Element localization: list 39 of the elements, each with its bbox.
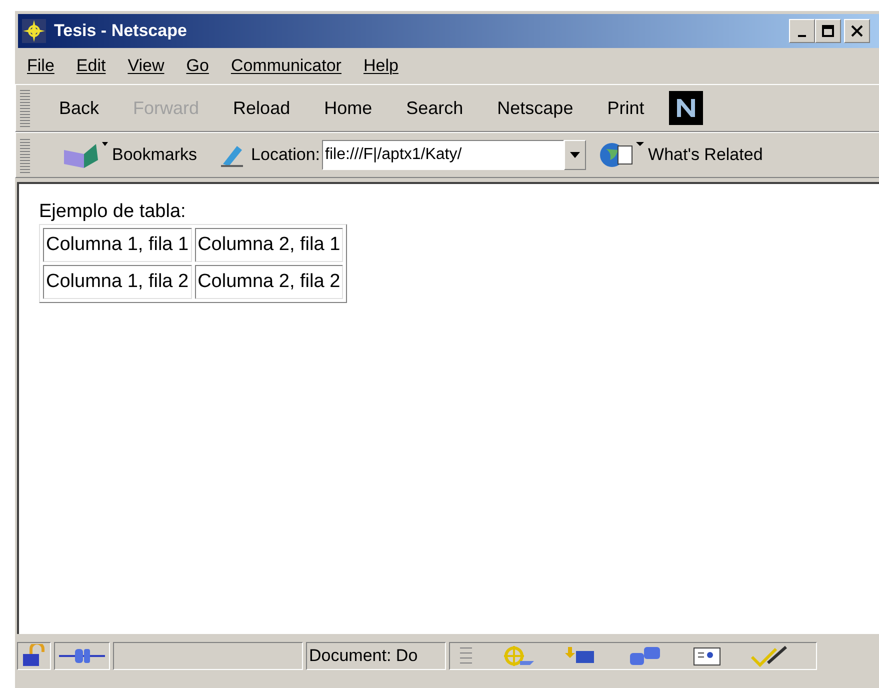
bookmark-book-icon	[62, 140, 110, 170]
menu-item[interactable]: Edit	[76, 53, 106, 79]
table-cell: Columna 1, fila 1	[43, 228, 192, 262]
bookmarks-button[interactable]: Bookmarks	[112, 142, 198, 168]
minimize-button[interactable]	[789, 19, 815, 43]
menu-item[interactable]: View	[128, 53, 164, 79]
netscape-logo-icon	[669, 91, 704, 125]
globe-icon	[598, 140, 646, 170]
caret-icon	[570, 152, 580, 158]
table-cell: Columna 2, fila 2	[194, 265, 344, 299]
toolbar-button[interactable]: Back	[42, 94, 116, 122]
menu-item[interactable]: Go	[186, 53, 209, 79]
address-card-icon	[692, 645, 722, 667]
connection-plug-icon	[54, 642, 110, 670]
star-logo-icon	[22, 19, 46, 43]
toolbar-button[interactable]: Search	[389, 94, 480, 122]
toolbar-button[interactable]: Print	[590, 94, 662, 122]
location-field[interactable]: file:///F|/aptx1/Katy/	[322, 140, 564, 170]
table-cell: Columna 2, fila 1	[194, 228, 344, 262]
security-lock-icon	[17, 642, 51, 670]
toolbar-button[interactable]: Home	[307, 94, 390, 122]
maximize-button[interactable]	[815, 19, 841, 43]
whats-related-button[interactable]: What's Related	[648, 142, 763, 168]
toolbar-button[interactable]: Reload	[216, 94, 308, 122]
close-button[interactable]	[844, 19, 870, 43]
menu-item[interactable]: File	[27, 53, 54, 79]
toolbar-button[interactable]: Netscape	[480, 94, 590, 122]
status-text: Document: Do	[309, 645, 418, 668]
minimize-icon	[798, 35, 806, 37]
dropdown-button[interactable]	[564, 140, 586, 170]
page-heading: Ejemplo de tabla:	[39, 200, 187, 224]
menu-item[interactable]: Help	[363, 53, 398, 79]
close-icon	[851, 25, 863, 37]
menu-item[interactable]: Communicator	[230, 53, 342, 79]
window-title: Tesis - Netscape	[54, 20, 187, 42]
pen-check-icon	[750, 645, 790, 667]
location-label: Location:	[251, 144, 320, 166]
maximize-icon	[822, 25, 834, 37]
table-cell: Columna 1, fila 2	[43, 265, 192, 299]
